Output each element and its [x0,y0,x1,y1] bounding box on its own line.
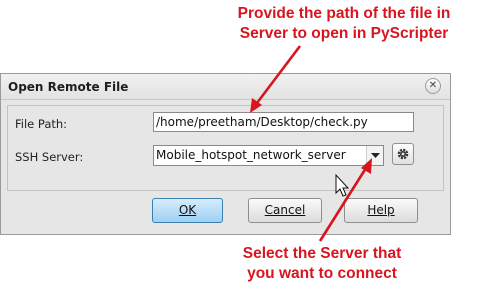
annotation-overlay [250,45,372,242]
arrow-to-file-path [250,45,302,113]
arrow-to-ssh-server [318,158,372,242]
mouse-cursor-icon [335,173,350,197]
